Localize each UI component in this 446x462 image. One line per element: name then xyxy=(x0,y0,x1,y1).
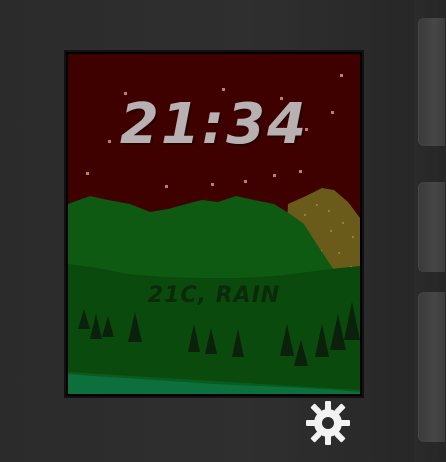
watch-device: 21:34 21C, RAIN xyxy=(0,0,446,462)
watch-screen: 21:34 21C, RAIN xyxy=(66,52,362,396)
side-button-down[interactable] xyxy=(418,292,446,442)
time-display: 21:34 xyxy=(119,92,309,157)
side-button-up[interactable] xyxy=(418,18,446,146)
side-button-select[interactable] xyxy=(418,182,446,272)
gear-icon[interactable] xyxy=(300,397,356,449)
watchface: 21:34 21C, RAIN xyxy=(68,54,360,394)
weather-display: 21C, RAIN xyxy=(147,283,281,308)
